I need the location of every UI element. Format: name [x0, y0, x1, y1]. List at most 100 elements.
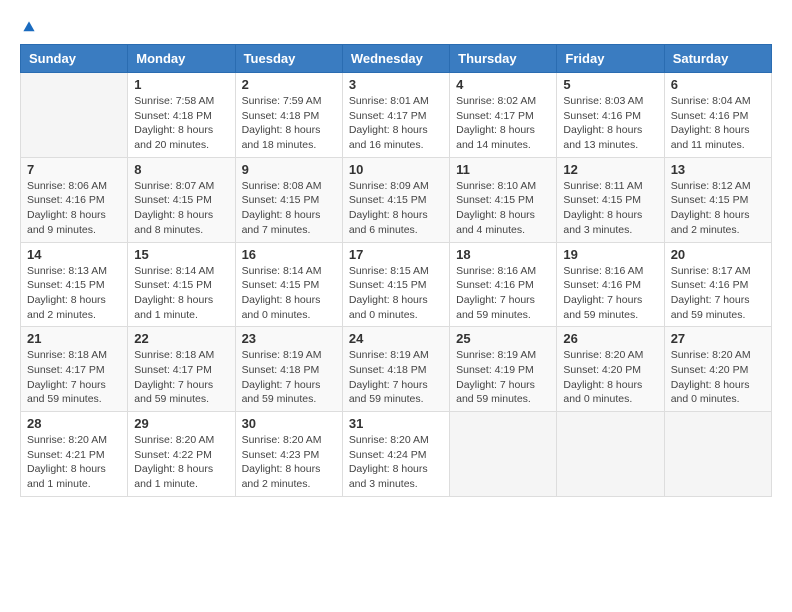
day-number: 10 [349, 162, 443, 177]
day-number: 5 [563, 77, 657, 92]
calendar-day-cell: 23Sunrise: 8:19 AMSunset: 4:18 PMDayligh… [235, 327, 342, 412]
day-info: Sunrise: 7:58 AMSunset: 4:18 PMDaylight:… [134, 94, 228, 153]
day-number: 12 [563, 162, 657, 177]
day-number: 14 [27, 247, 121, 262]
calendar-week-row: 14 Sunrise: 8:13 AMSunset: 4:15 PMDayligh… [21, 242, 772, 327]
day-info: Sunrise: 8:17 AMSunset: 4:16 PMDaylight:… [671, 264, 765, 323]
calendar-week-row: 28 Sunrise: 8:20 AMSunset: 4:21 PMDayligh… [21, 412, 772, 497]
day-info: Sunrise: 8:10 AMSunset: 4:15 PMDaylight:… [456, 179, 550, 238]
calendar-day-cell: 28 Sunrise: 8:20 AMSunset: 4:21 PMDayligh… [21, 412, 128, 497]
day-number: 9 [242, 162, 336, 177]
day-info: Sunrise: 8:04 AMSunset: 4:16 PMDaylight:… [671, 94, 765, 153]
day-info: Sunrise: 8:07 AMSunset: 4:15 PMDaylight:… [134, 179, 228, 238]
day-info: Sunrise: 8:12 AMSunset: 4:15 PMDaylight:… [671, 179, 765, 238]
logo-icon [22, 20, 36, 34]
day-number: 4 [456, 77, 550, 92]
day-info: Sunrise: 8:19 AMSunset: 4:18 PMDaylight:… [349, 348, 443, 407]
weekday-header: Saturday [664, 45, 771, 73]
page-header [20, 20, 772, 34]
calendar-day-cell: 20 Sunrise: 8:17 AMSunset: 4:16 PMDayligh… [664, 242, 771, 327]
day-info: Sunrise: 8:20 AMSunset: 4:24 PMDaylight:… [349, 433, 443, 492]
day-number: 11 [456, 162, 550, 177]
day-number: 26 [563, 331, 657, 346]
day-info: Sunrise: 8:20 AMSunset: 4:23 PMDaylight:… [242, 433, 336, 492]
day-info: Sunrise: 8:18 AMSunset: 4:17 PMDaylight:… [134, 348, 228, 407]
calendar-day-cell [450, 412, 557, 497]
day-number: 21 [27, 331, 121, 346]
calendar-day-cell: 9 Sunrise: 8:08 AMSunset: 4:15 PMDaylight… [235, 157, 342, 242]
day-number: 25 [456, 331, 550, 346]
day-info: Sunrise: 8:14 AMSunset: 4:15 PMDaylight:… [242, 264, 336, 323]
day-number: 28 [27, 416, 121, 431]
day-number: 29 [134, 416, 228, 431]
day-info: Sunrise: 8:16 AMSunset: 4:16 PMDaylight:… [563, 264, 657, 323]
weekday-header: Tuesday [235, 45, 342, 73]
day-number: 20 [671, 247, 765, 262]
weekday-header: Friday [557, 45, 664, 73]
day-info: Sunrise: 8:20 AMSunset: 4:22 PMDaylight:… [134, 433, 228, 492]
calendar-day-cell: 14 Sunrise: 8:13 AMSunset: 4:15 PMDayligh… [21, 242, 128, 327]
calendar-day-cell: 8Sunrise: 8:07 AMSunset: 4:15 PMDaylight… [128, 157, 235, 242]
day-info: Sunrise: 8:15 AMSunset: 4:15 PMDaylight:… [349, 264, 443, 323]
calendar-day-cell: 25 Sunrise: 8:19 AMSunset: 4:19 PMDayligh… [450, 327, 557, 412]
calendar-header-row: SundayMondayTuesdayWednesdayThursdayFrid… [21, 45, 772, 73]
calendar-day-cell: 15Sunrise: 8:14 AMSunset: 4:15 PMDayligh… [128, 242, 235, 327]
day-number: 16 [242, 247, 336, 262]
day-info: Sunrise: 8:20 AMSunset: 4:20 PMDaylight:… [671, 348, 765, 407]
day-number: 7 [27, 162, 121, 177]
day-number: 17 [349, 247, 443, 262]
calendar-day-cell: 3Sunrise: 8:01 AMSunset: 4:17 PMDaylight… [342, 73, 449, 158]
calendar-day-cell: 6 Sunrise: 8:04 AMSunset: 4:16 PMDaylight… [664, 73, 771, 158]
day-info: Sunrise: 8:14 AMSunset: 4:15 PMDaylight:… [134, 264, 228, 323]
calendar-day-cell: 17 Sunrise: 8:15 AMSunset: 4:15 PMDayligh… [342, 242, 449, 327]
day-number: 18 [456, 247, 550, 262]
day-info: Sunrise: 7:59 AMSunset: 4:18 PMDaylight:… [242, 94, 336, 153]
day-number: 2 [242, 77, 336, 92]
day-info: Sunrise: 8:06 AMSunset: 4:16 PMDaylight:… [27, 179, 121, 238]
day-number: 6 [671, 77, 765, 92]
day-info: Sunrise: 8:08 AMSunset: 4:15 PMDaylight:… [242, 179, 336, 238]
calendar-week-row: 7 Sunrise: 8:06 AMSunset: 4:16 PMDaylight… [21, 157, 772, 242]
weekday-header: Monday [128, 45, 235, 73]
calendar-day-cell: 11 Sunrise: 8:10 AMSunset: 4:15 PMDayligh… [450, 157, 557, 242]
calendar-day-cell: 21Sunrise: 8:18 AMSunset: 4:17 PMDayligh… [21, 327, 128, 412]
calendar-week-row: 21 Sunrise: 8:18 AMSunset: 4:17 PMDayligh… [21, 327, 772, 412]
weekday-header: Wednesday [342, 45, 449, 73]
calendar-day-cell: 24 Sunrise: 8:19 AMSunset: 4:18 PMDayligh… [342, 327, 449, 412]
calendar-week-row: 1Sunrise: 7:58 AMSunset: 4:18 PMDaylight… [21, 73, 772, 158]
calendar-day-cell: 30 Sunrise: 8:20 AMSunset: 4:23 PMDayligh… [235, 412, 342, 497]
day-info: Sunrise: 8:20 AMSunset: 4:20 PMDaylight:… [563, 348, 657, 407]
calendar-day-cell: 5 Sunrise: 8:03 AMSunset: 4:16 PMDaylight… [557, 73, 664, 158]
day-info: Sunrise: 8:20 AMSunset: 4:21 PMDaylight:… [27, 433, 121, 492]
calendar-day-cell: 4 Sunrise: 8:02 AMSunset: 4:17 PMDaylight… [450, 73, 557, 158]
day-number: 31 [349, 416, 443, 431]
day-info: Sunrise: 8:19 AMSunset: 4:18 PMDaylight:… [242, 348, 336, 407]
calendar-day-cell: 2 Sunrise: 7:59 AMSunset: 4:18 PMDaylight… [235, 73, 342, 158]
calendar-day-cell: 13 Sunrise: 8:12 AMSunset: 4:15 PMDayligh… [664, 157, 771, 242]
day-number: 27 [671, 331, 765, 346]
calendar-day-cell: 19 Sunrise: 8:16 AMSunset: 4:16 PMDayligh… [557, 242, 664, 327]
day-info: Sunrise: 8:16 AMSunset: 4:16 PMDaylight:… [456, 264, 550, 323]
calendar-day-cell [664, 412, 771, 497]
weekday-header: Sunday [21, 45, 128, 73]
calendar-day-cell: 31 Sunrise: 8:20 AMSunset: 4:24 PMDayligh… [342, 412, 449, 497]
calendar-day-cell: 16 Sunrise: 8:14 AMSunset: 4:15 PMDayligh… [235, 242, 342, 327]
day-number: 19 [563, 247, 657, 262]
day-info: Sunrise: 8:01 AMSunset: 4:17 PMDaylight:… [349, 94, 443, 153]
calendar-day-cell: 27 Sunrise: 8:20 AMSunset: 4:20 PMDayligh… [664, 327, 771, 412]
day-number: 24 [349, 331, 443, 346]
day-info: Sunrise: 8:09 AMSunset: 4:15 PMDaylight:… [349, 179, 443, 238]
day-number: 13 [671, 162, 765, 177]
day-info: Sunrise: 8:02 AMSunset: 4:17 PMDaylight:… [456, 94, 550, 153]
calendar-day-cell: 12 Sunrise: 8:11 AMSunset: 4:15 PMDayligh… [557, 157, 664, 242]
day-info: Sunrise: 8:19 AMSunset: 4:19 PMDaylight:… [456, 348, 550, 407]
calendar-table: SundayMondayTuesdayWednesdayThursdayFrid… [20, 44, 772, 497]
calendar-day-cell: 29 Sunrise: 8:20 AMSunset: 4:22 PMDayligh… [128, 412, 235, 497]
day-number: 22 [134, 331, 228, 346]
calendar-day-cell: 26 Sunrise: 8:20 AMSunset: 4:20 PMDayligh… [557, 327, 664, 412]
calendar-day-cell: 10 Sunrise: 8:09 AMSunset: 4:15 PMDayligh… [342, 157, 449, 242]
day-info: Sunrise: 8:03 AMSunset: 4:16 PMDaylight:… [563, 94, 657, 153]
day-info: Sunrise: 8:13 AMSunset: 4:15 PMDaylight:… [27, 264, 121, 323]
day-number: 30 [242, 416, 336, 431]
day-info: Sunrise: 8:11 AMSunset: 4:15 PMDaylight:… [563, 179, 657, 238]
